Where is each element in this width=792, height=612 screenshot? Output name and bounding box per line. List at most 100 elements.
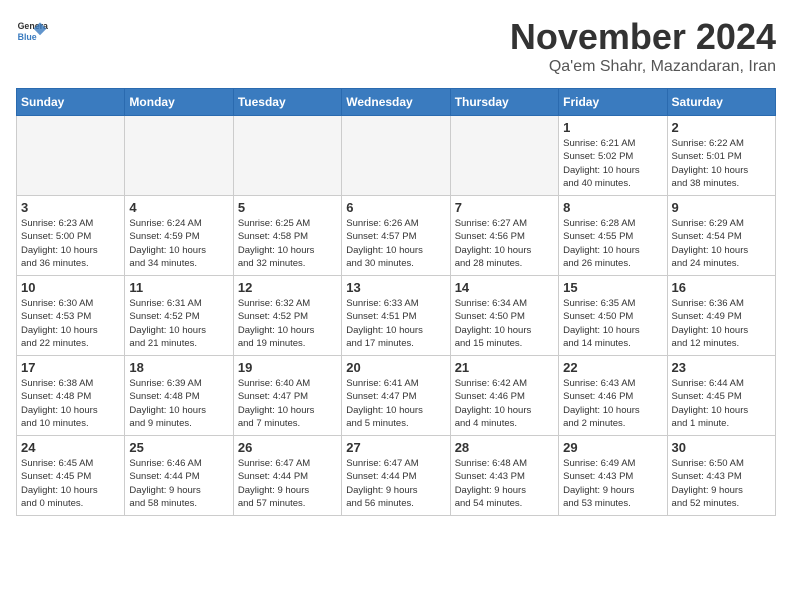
day-number: 22 [563, 360, 662, 375]
header-row: Sunday Monday Tuesday Wednesday Thursday… [17, 89, 776, 116]
day-number: 21 [455, 360, 554, 375]
day-info: Sunrise: 6:31 AM Sunset: 4:52 PM Dayligh… [129, 297, 228, 350]
calendar-week-5: 24 Sunrise: 6:45 AM Sunset: 4:45 PM Dayli… [17, 436, 776, 516]
day-number: 16 [672, 280, 771, 295]
day-number: 29 [563, 440, 662, 455]
day-info: Sunrise: 6:27 AM Sunset: 4:56 PM Dayligh… [455, 217, 554, 270]
calendar-week-2: 3Sunrise: 6:23 AM Sunset: 5:00 PM Daylig… [17, 196, 776, 276]
title-area: November 2024 Qa'em Shahr, Mazandaran, I… [510, 16, 776, 76]
day-number: 12 [238, 280, 337, 295]
location-title: Qa'em Shahr, Mazandaran, Iran [510, 58, 776, 76]
day-info: Sunrise: 6:48 AM Sunset: 4:43 PM Dayligh… [455, 457, 554, 510]
day-number: 14 [455, 280, 554, 295]
day-number: 5 [238, 200, 337, 215]
day-number: 19 [238, 360, 337, 375]
calendar-cell: 6Sunrise: 6:26 AM Sunset: 4:57 PM Daylig… [342, 196, 450, 276]
calendar-cell: 27 Sunrise: 6:47 AM Sunset: 4:44 PM Dayli… [342, 436, 450, 516]
day-info: Sunrise: 6:41 AM Sunset: 4:47 PM Dayligh… [346, 377, 445, 430]
calendar-cell [17, 116, 125, 196]
day-number: 18 [129, 360, 228, 375]
day-info: Sunrise: 6:36 AM Sunset: 4:49 PM Dayligh… [672, 297, 771, 350]
calendar-cell: 21 Sunrise: 6:42 AM Sunset: 4:46 PM Dayli… [450, 356, 558, 436]
calendar-cell: 1Sunrise: 6:21 AM Sunset: 5:02 PM Daylig… [559, 116, 667, 196]
calendar-week-1: 1Sunrise: 6:21 AM Sunset: 5:02 PM Daylig… [17, 116, 776, 196]
calendar-cell: 11 Sunrise: 6:31 AM Sunset: 4:52 PM Dayli… [125, 276, 233, 356]
calendar-cell: 20 Sunrise: 6:41 AM Sunset: 4:47 PM Dayli… [342, 356, 450, 436]
calendar-cell: 28Sunrise: 6:48 AM Sunset: 4:43 PM Dayli… [450, 436, 558, 516]
day-number: 17 [21, 360, 120, 375]
day-info: Sunrise: 6:45 AM Sunset: 4:45 PM Dayligh… [21, 457, 120, 510]
day-info: Sunrise: 6:38 AM Sunset: 4:48 PM Dayligh… [21, 377, 120, 430]
day-number: 24 [21, 440, 120, 455]
calendar-cell: 30Sunrise: 6:50 AM Sunset: 4:43 PM Dayli… [667, 436, 775, 516]
day-info: Sunrise: 6:47 AM Sunset: 4:44 PM Dayligh… [346, 457, 445, 510]
day-number: 13 [346, 280, 445, 295]
day-number: 8 [563, 200, 662, 215]
day-number: 15 [563, 280, 662, 295]
header-friday: Friday [559, 89, 667, 116]
calendar-cell: 17 Sunrise: 6:38 AM Sunset: 4:48 PM Dayli… [17, 356, 125, 436]
day-info: Sunrise: 6:47 AM Sunset: 4:44 PM Dayligh… [238, 457, 337, 510]
calendar-cell: 24 Sunrise: 6:45 AM Sunset: 4:45 PM Dayli… [17, 436, 125, 516]
day-info: Sunrise: 6:49 AM Sunset: 4:43 PM Dayligh… [563, 457, 662, 510]
day-info: Sunrise: 6:46 AM Sunset: 4:44 PM Dayligh… [129, 457, 228, 510]
day-number: 9 [672, 200, 771, 215]
calendar-cell: 4Sunrise: 6:24 AM Sunset: 4:59 PM Daylig… [125, 196, 233, 276]
day-number: 10 [21, 280, 120, 295]
calendar-cell [342, 116, 450, 196]
header-tuesday: Tuesday [233, 89, 341, 116]
day-number: 27 [346, 440, 445, 455]
month-title: November 2024 [510, 16, 776, 58]
day-info: Sunrise: 6:32 AM Sunset: 4:52 PM Dayligh… [238, 297, 337, 350]
day-info: Sunrise: 6:42 AM Sunset: 4:46 PM Dayligh… [455, 377, 554, 430]
day-info: Sunrise: 6:43 AM Sunset: 4:46 PM Dayligh… [563, 377, 662, 430]
day-number: 7 [455, 200, 554, 215]
calendar-cell: 25 Sunrise: 6:46 AM Sunset: 4:44 PM Dayli… [125, 436, 233, 516]
calendar-cell [125, 116, 233, 196]
day-info: Sunrise: 6:23 AM Sunset: 5:00 PM Dayligh… [21, 217, 120, 270]
calendar-cell: 29 Sunrise: 6:49 AM Sunset: 4:43 PM Dayli… [559, 436, 667, 516]
calendar-cell [450, 116, 558, 196]
day-info: Sunrise: 6:25 AM Sunset: 4:58 PM Dayligh… [238, 217, 337, 270]
calendar-cell: 12 Sunrise: 6:32 AM Sunset: 4:52 PM Dayli… [233, 276, 341, 356]
day-info: Sunrise: 6:28 AM Sunset: 4:55 PM Dayligh… [563, 217, 662, 270]
calendar-cell: 8 Sunrise: 6:28 AM Sunset: 4:55 PM Daylig… [559, 196, 667, 276]
svg-text:Blue: Blue [18, 32, 37, 42]
calendar-cell: 10 Sunrise: 6:30 AM Sunset: 4:53 PM Dayli… [17, 276, 125, 356]
calendar-cell: 3Sunrise: 6:23 AM Sunset: 5:00 PM Daylig… [17, 196, 125, 276]
day-number: 2 [672, 120, 771, 135]
day-number: 1 [563, 120, 662, 135]
day-number: 11 [129, 280, 228, 295]
day-info: Sunrise: 6:44 AM Sunset: 4:45 PM Dayligh… [672, 377, 771, 430]
calendar-cell: 16 Sunrise: 6:36 AM Sunset: 4:49 PM Dayli… [667, 276, 775, 356]
calendar-week-4: 17 Sunrise: 6:38 AM Sunset: 4:48 PM Dayli… [17, 356, 776, 436]
calendar-table: Sunday Monday Tuesday Wednesday Thursday… [16, 88, 776, 516]
day-number: 26 [238, 440, 337, 455]
day-info: Sunrise: 6:22 AM Sunset: 5:01 PM Dayligh… [672, 137, 771, 190]
calendar-cell: 13 Sunrise: 6:33 AM Sunset: 4:51 PM Dayli… [342, 276, 450, 356]
calendar-header: Sunday Monday Tuesday Wednesday Thursday… [17, 89, 776, 116]
calendar-week-3: 10 Sunrise: 6:30 AM Sunset: 4:53 PM Dayli… [17, 276, 776, 356]
header-wednesday: Wednesday [342, 89, 450, 116]
header: General Blue November 2024 Qa'em Shahr, … [16, 16, 776, 76]
header-sunday: Sunday [17, 89, 125, 116]
day-number: 20 [346, 360, 445, 375]
calendar-cell: 5 Sunrise: 6:25 AM Sunset: 4:58 PM Daylig… [233, 196, 341, 276]
day-number: 25 [129, 440, 228, 455]
calendar-cell: 19 Sunrise: 6:40 AM Sunset: 4:47 PM Dayli… [233, 356, 341, 436]
day-number: 30 [672, 440, 771, 455]
calendar-cell: 9Sunrise: 6:29 AM Sunset: 4:54 PM Daylig… [667, 196, 775, 276]
day-info: Sunrise: 6:30 AM Sunset: 4:53 PM Dayligh… [21, 297, 120, 350]
logo-icon: General Blue [16, 16, 48, 48]
logo: General Blue [16, 16, 48, 48]
day-number: 6 [346, 200, 445, 215]
calendar-cell: 18 Sunrise: 6:39 AM Sunset: 4:48 PM Dayli… [125, 356, 233, 436]
calendar-cell: 15 Sunrise: 6:35 AM Sunset: 4:50 PM Dayli… [559, 276, 667, 356]
header-saturday: Saturday [667, 89, 775, 116]
day-info: Sunrise: 6:33 AM Sunset: 4:51 PM Dayligh… [346, 297, 445, 350]
day-info: Sunrise: 6:40 AM Sunset: 4:47 PM Dayligh… [238, 377, 337, 430]
day-info: Sunrise: 6:39 AM Sunset: 4:48 PM Dayligh… [129, 377, 228, 430]
header-monday: Monday [125, 89, 233, 116]
calendar-cell: 26 Sunrise: 6:47 AM Sunset: 4:44 PM Dayli… [233, 436, 341, 516]
day-info: Sunrise: 6:35 AM Sunset: 4:50 PM Dayligh… [563, 297, 662, 350]
